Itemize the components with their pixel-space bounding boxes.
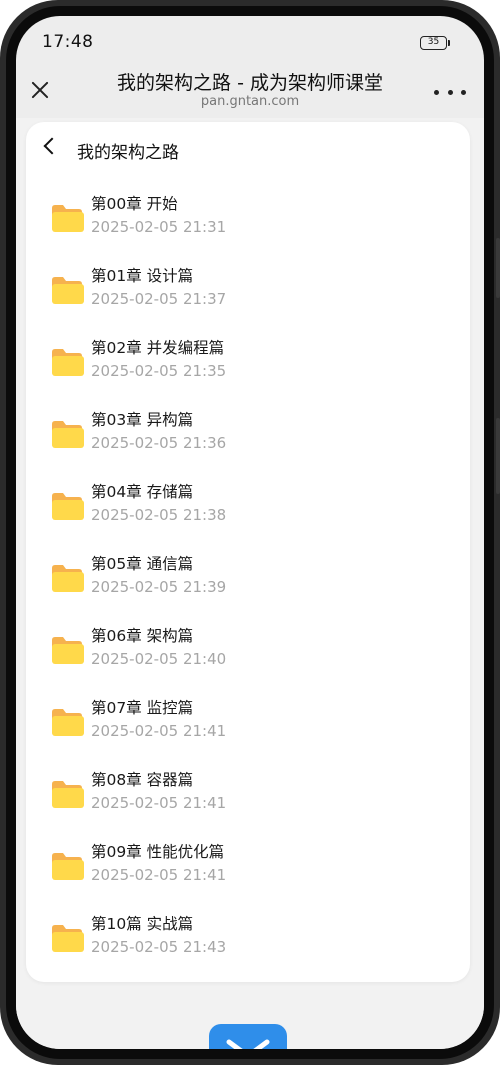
folder-icon bbox=[52, 709, 84, 736]
dot-icon bbox=[447, 89, 453, 95]
folder-item[interactable]: 第00章 开始 2025-02-05 21:31 bbox=[26, 182, 470, 254]
folder-date: 2025-02-05 21:41 bbox=[91, 866, 227, 884]
folder-icon bbox=[52, 925, 84, 952]
folder-item[interactable]: 第05章 通信篇 2025-02-05 21:39 bbox=[26, 542, 470, 614]
folder-item[interactable]: 第10篇 实战篇 2025-02-05 21:43 bbox=[26, 902, 470, 974]
file-list-card: 我的架构之路 第00章 开始 2025-02-05 21:31 第01章 设计篇… bbox=[26, 122, 470, 982]
folder-item[interactable]: 第04章 存储篇 2025-02-05 21:38 bbox=[26, 470, 470, 542]
folder-item[interactable]: 第03章 异构篇 2025-02-05 21:36 bbox=[26, 398, 470, 470]
dot-icon bbox=[461, 89, 466, 95]
folder-item[interactable]: 第09章 性能优化篇 2025-02-05 21:41 bbox=[26, 830, 470, 902]
folder-date: 2025-02-05 21:37 bbox=[91, 290, 227, 308]
page-domain: pan.gntan.com bbox=[200, 94, 300, 109]
folder-icon bbox=[52, 853, 84, 880]
folder-name: 第03章 异构篇 bbox=[91, 411, 194, 429]
folder-item[interactable]: 第07章 监控篇 2025-02-05 21:41 bbox=[26, 686, 470, 758]
mail-icon bbox=[226, 1039, 270, 1049]
battery-tip bbox=[448, 40, 450, 46]
folder-item[interactable]: 第06章 架构篇 2025-02-05 21:40 bbox=[26, 614, 470, 686]
close-icon[interactable] bbox=[26, 76, 54, 104]
folder-name: 第10篇 实战篇 bbox=[91, 915, 194, 933]
folder-icon bbox=[52, 565, 84, 592]
folder-name: 第01章 设计篇 bbox=[91, 267, 194, 285]
folder-date: 2025-02-05 21:41 bbox=[91, 794, 227, 812]
screen: 17:48 35 我的架构之路 - 成为架构师课堂 pan.gntan.com … bbox=[16, 16, 484, 1049]
power-button bbox=[496, 418, 500, 494]
volume-button bbox=[496, 238, 500, 298]
title-bar: 我的架构之路 - 成为架构师课堂 pan.gntan.com bbox=[16, 64, 484, 118]
folder-icon bbox=[52, 781, 84, 808]
back-arrow-icon[interactable] bbox=[40, 136, 60, 156]
folder-item[interactable]: 第02章 并发编程篇 2025-02-05 21:35 bbox=[26, 326, 470, 398]
folder-date: 2025-02-05 21:43 bbox=[91, 938, 227, 956]
folder-item[interactable]: 第08章 容器篇 2025-02-05 21:41 bbox=[26, 758, 470, 830]
folder-name: 第00章 开始 bbox=[91, 195, 178, 213]
status-time: 17:48 bbox=[42, 32, 94, 52]
folder-icon bbox=[52, 421, 84, 448]
folder-date: 2025-02-05 21:39 bbox=[91, 578, 227, 596]
dot-icon bbox=[434, 89, 439, 95]
folder-name: 第04章 存储篇 bbox=[91, 483, 194, 501]
folder-title: 我的架构之路 bbox=[77, 143, 179, 163]
folder-name: 第08章 容器篇 bbox=[91, 771, 194, 789]
content-area: 我的架构之路 第00章 开始 2025-02-05 21:31 第01章 设计篇… bbox=[16, 118, 484, 1049]
status-bar: 17:48 35 bbox=[16, 16, 484, 64]
folder-date: 2025-02-05 21:35 bbox=[91, 362, 227, 380]
folder-icon bbox=[52, 493, 84, 520]
folder-icon bbox=[52, 349, 84, 376]
more-options-icon[interactable] bbox=[434, 88, 466, 96]
folder-date: 2025-02-05 21:31 bbox=[91, 218, 227, 236]
folder-name: 第09章 性能优化篇 bbox=[91, 843, 225, 861]
folder-icon bbox=[52, 277, 84, 304]
folder-date: 2025-02-05 21:38 bbox=[91, 506, 227, 524]
folder-item[interactable]: 第01章 设计篇 2025-02-05 21:37 bbox=[26, 254, 470, 326]
battery-icon: 35 bbox=[420, 36, 447, 50]
folder-date: 2025-02-05 21:40 bbox=[91, 650, 227, 668]
folder-name: 第05章 通信篇 bbox=[91, 555, 194, 573]
folder-name: 第07章 监控篇 bbox=[91, 699, 194, 717]
folder-date: 2025-02-05 21:41 bbox=[91, 722, 227, 740]
folder-icon bbox=[52, 205, 84, 232]
page-title: 我的架构之路 - 成为架构师课堂 bbox=[117, 72, 383, 94]
share-button[interactable] bbox=[209, 1024, 287, 1049]
card-header: 我的架构之路 bbox=[26, 122, 470, 170]
folder-name: 第06章 架构篇 bbox=[91, 627, 194, 645]
folder-name: 第02章 并发编程篇 bbox=[91, 339, 225, 357]
folder-icon bbox=[52, 637, 84, 664]
folder-date: 2025-02-05 21:36 bbox=[91, 434, 227, 452]
phone-frame: 17:48 35 我的架构之路 - 成为架构师课堂 pan.gntan.com … bbox=[0, 0, 500, 1065]
